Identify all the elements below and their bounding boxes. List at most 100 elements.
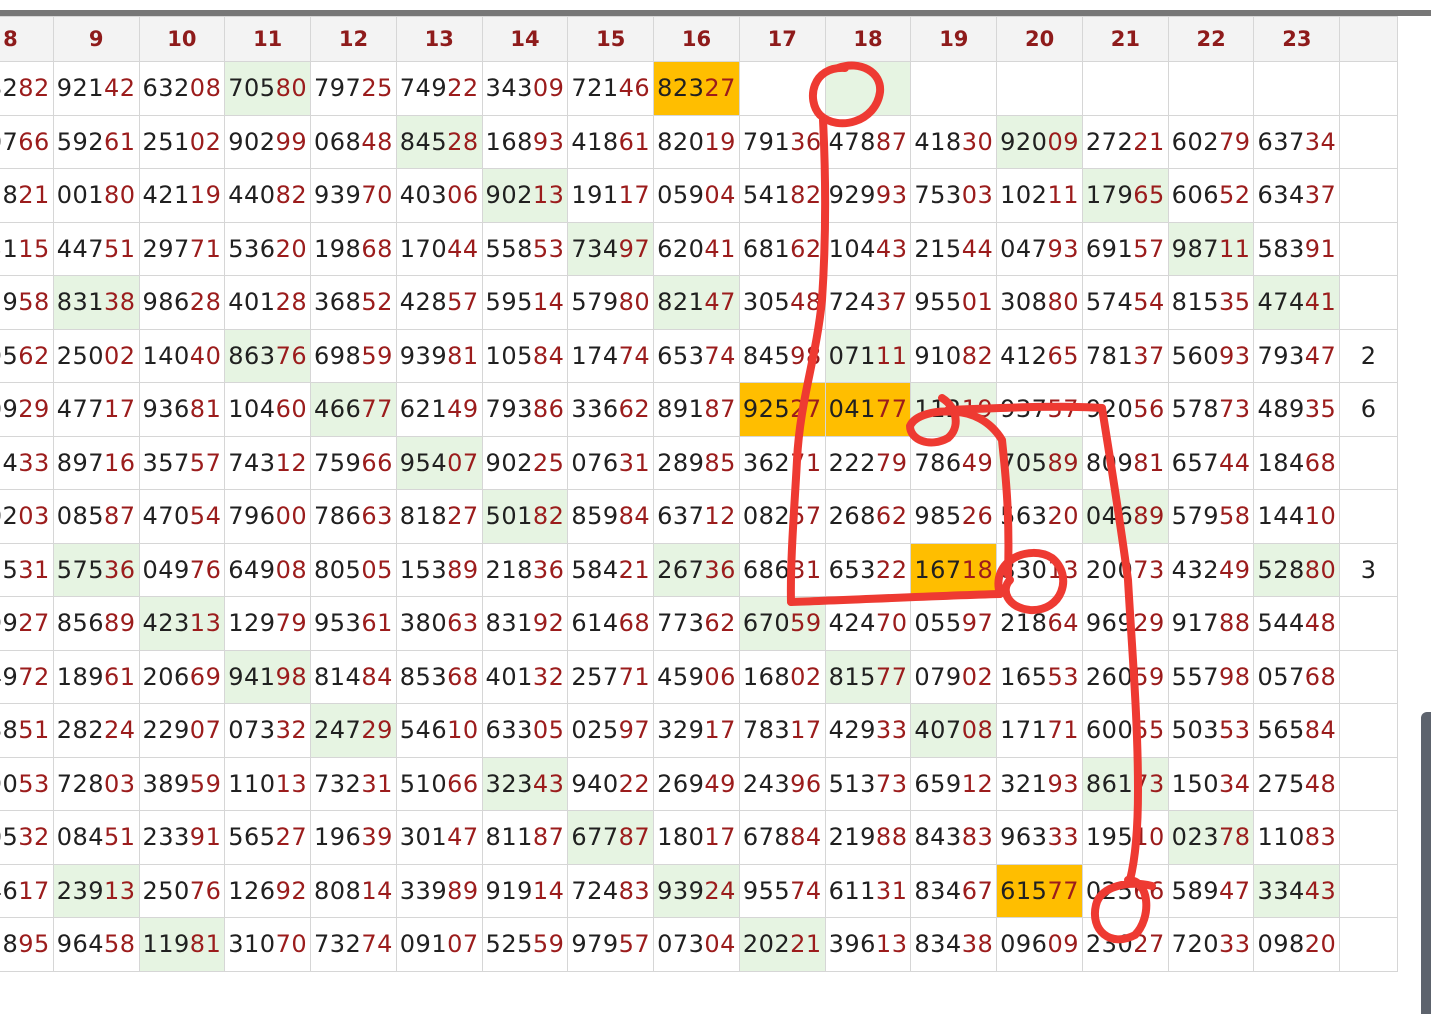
number-cell: 61577 [996, 863, 1083, 918]
cell-value: 94198 [228, 662, 308, 691]
number-cell: 81535 [1167, 275, 1255, 330]
number-cell: 67884 [738, 810, 826, 865]
number-cell: 81187 [481, 810, 569, 865]
number-cell: 48935 [1253, 382, 1341, 437]
cell-value: 21836 [485, 555, 565, 584]
cell-value: 25102 [142, 127, 222, 156]
number-cell: 21988 [824, 810, 912, 865]
cell-value: 08587 [56, 502, 136, 531]
number-cell: 83438 [910, 917, 998, 972]
number-cell: 57873 [1167, 382, 1255, 437]
column-header: 9 [52, 16, 140, 62]
number-cell [1339, 810, 1398, 865]
cell-value: 18017 [657, 823, 736, 852]
column-header: 10 [138, 16, 226, 62]
number-cell: 07631 [567, 435, 655, 490]
number-cell: 40306 [395, 168, 483, 223]
cell-value: 93981 [399, 341, 479, 370]
number-cell: 67787 [567, 810, 655, 865]
number-cell: 12692 [224, 863, 312, 918]
cell-value: 74312 [228, 448, 308, 477]
number-cell: 92009 [996, 114, 1083, 169]
cell-value: 92009 [1000, 127, 1079, 156]
cell-value: 72803 [56, 769, 136, 798]
number-cell: 25076 [138, 863, 226, 918]
number-cell: 60055 [1081, 703, 1169, 758]
number-cell: 42313 [138, 596, 226, 651]
number-cell: 43249 [1167, 542, 1255, 597]
cell-value: 47717 [56, 395, 136, 424]
number-cell: 20221 [738, 917, 826, 972]
cell-value: 48935 [1257, 395, 1337, 424]
number-cell: 78137 [1081, 328, 1169, 383]
number-cell [1339, 917, 1398, 972]
cell-value: 38959 [142, 769, 222, 798]
cell-value: 13115 [0, 234, 50, 263]
number-cell: 02378 [1167, 810, 1255, 865]
cell-value: 84383 [914, 823, 994, 852]
table-row: 1153157536049766490880505153892183658421… [0, 542, 1398, 597]
column-header: 12 [310, 16, 397, 62]
cell-value: 53620 [228, 234, 308, 263]
number-cell: 47054 [138, 489, 226, 544]
cell-value: 28224 [56, 716, 136, 745]
cell-value: 79600 [228, 502, 308, 531]
cell-value: 85368 [399, 662, 479, 691]
cell-value: 89187 [657, 395, 736, 424]
number-cell: 63712 [653, 489, 740, 544]
number-cell: 28985 [653, 435, 740, 490]
cell-value: 81577 [828, 662, 908, 691]
cell-value: 3 [1360, 555, 1377, 584]
cell-value: 90299 [228, 127, 308, 156]
cell-value: 23913 [56, 876, 136, 905]
cell-value: 26949 [657, 769, 736, 798]
number-cell: 92527 [738, 382, 826, 437]
number-cell: 00929 [0, 382, 54, 437]
number-cell: 95407 [395, 435, 483, 490]
number-cell: 98526 [910, 489, 998, 544]
cell-value: 26059 [1085, 662, 1165, 691]
number-cell: 79725 [310, 61, 397, 116]
number-cell: 79386 [481, 382, 569, 437]
number-cell: 02566 [1081, 863, 1169, 918]
cell-value: 25002 [56, 341, 136, 370]
number-cell: 11981 [138, 917, 226, 972]
cell-value: 94022 [571, 769, 651, 798]
number-cell [1339, 435, 1398, 490]
number-cell [1339, 114, 1398, 169]
cell-value: 92527 [742, 395, 822, 424]
number-cell: 72437 [824, 275, 912, 330]
cell-value: 43249 [1171, 555, 1251, 584]
scrollbar-thumb[interactable] [1421, 712, 1431, 1014]
number-cell [1339, 61, 1398, 116]
cell-value: 67787 [571, 823, 651, 852]
number-cell: 59261 [52, 114, 140, 169]
cell-value: 65744 [1171, 448, 1251, 477]
number-cell: 20073 [1081, 542, 1169, 597]
number-cell: 83138 [52, 275, 140, 330]
cell-value: 34617 [0, 876, 50, 905]
number-cell: 52559 [481, 917, 569, 972]
cell-value: 19868 [314, 234, 393, 263]
cell-value: 36852 [314, 288, 393, 317]
cell-value: 95574 [742, 876, 822, 905]
number-cell: 27548 [1253, 756, 1341, 811]
cell-value: 09820 [1257, 930, 1337, 959]
number-cell: 92993 [824, 168, 912, 223]
cell-value: 58947 [1171, 876, 1251, 905]
cell-value: 28985 [657, 448, 736, 477]
number-cell: 62041 [653, 221, 740, 276]
cell-value: 57536 [56, 555, 136, 584]
column-header-row: 8 9 10 11 12 13 14 15 16 17 18 19 20 21 22 23 [0, 16, 1398, 62]
number-cell: 23913 [52, 863, 140, 918]
cell-value: 83438 [914, 930, 994, 959]
number-cell: 06848 [310, 114, 397, 169]
number-cell: 18017 [653, 810, 740, 865]
number-cell: 72895 [0, 917, 54, 972]
cell-value: 85984 [571, 502, 651, 531]
cell-value: 40708 [914, 716, 994, 745]
number-cell: 19117 [567, 168, 655, 223]
cell-value: 24729 [314, 716, 393, 745]
number-cell: 58421 [567, 542, 655, 597]
cell-value: 63712 [657, 502, 736, 531]
